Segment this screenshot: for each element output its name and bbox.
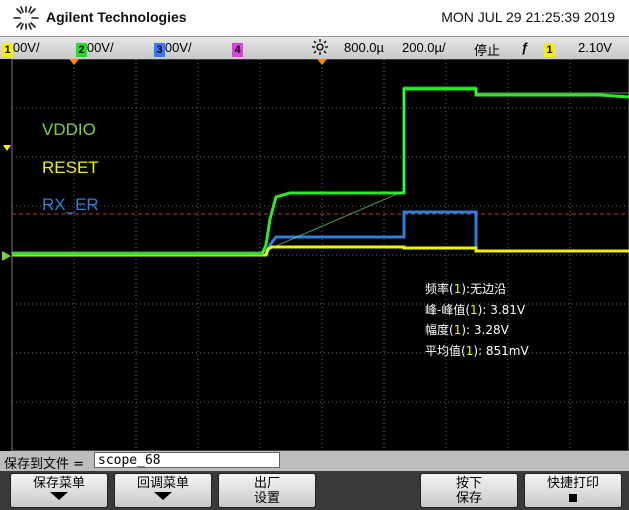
- menu-down-arrow-icon: [50, 492, 68, 500]
- recall-menu-label: 回调菜单: [136, 476, 189, 491]
- reset-label: RESET: [42, 158, 99, 177]
- trigger-source-badge: 1: [544, 43, 555, 57]
- quick-print-label: 快捷打印: [546, 476, 599, 491]
- measurement-peak-to-peak: 峰-峰值(1): 3.81V: [425, 302, 526, 317]
- filename-field[interactable]: scope_68: [94, 452, 280, 468]
- menu-down-arrow-icon: [154, 492, 172, 500]
- channel-4-badge: 4: [232, 43, 243, 57]
- channel-3-badge: 3: [154, 43, 165, 57]
- factory-settings-button[interactable]: 出厂 设置: [218, 473, 316, 508]
- channel-3-setting[interactable]: 3 1.00V/: [154, 40, 192, 57]
- trigger-level[interactable]: 2.10V: [578, 40, 612, 55]
- measurements-panel: 频率(1):无边沿 峰-峰值(1): 3.81V 幅度(1): 3.28V 平均…: [425, 279, 529, 361]
- time-position[interactable]: 800.0µ: [344, 40, 384, 55]
- time-reference-marker: [317, 59, 327, 65]
- header: Agilent Technologies MON JUL 29 21:25:39…: [0, 0, 629, 36]
- save-menu-button[interactable]: 保存菜单: [10, 473, 108, 508]
- save-menu-label: 保存菜单: [32, 476, 85, 491]
- save-to-file-label: 保存到文件 =: [4, 457, 85, 472]
- status-bar: 1 1.00V/ 2 1.00V/ 3 1.00V/ 4 800.0µ 200.…: [0, 36, 629, 60]
- press-to-save-label-1: 按下: [455, 476, 482, 491]
- waveform-display: VDDIO RESET RX_ER 频率(1):无边沿 峰-峰值(1): 3.8…: [0, 59, 629, 451]
- run-state: 停止: [474, 43, 501, 58]
- vddio-label: VDDIO: [42, 120, 96, 139]
- press-to-save-button[interactable]: 按下 保存: [420, 473, 518, 508]
- channel-2-setting[interactable]: 2 1.00V/: [76, 40, 114, 57]
- factory-settings-label-2: 设置: [253, 491, 280, 506]
- measurement-amplitude: 幅度(1): 3.28V: [425, 323, 509, 337]
- measurement-average: 平均值(1): 851mV: [425, 343, 529, 358]
- quick-print-button[interactable]: 快捷打印: [524, 473, 622, 508]
- quick-print-square-icon: [569, 494, 577, 502]
- time-scale[interactable]: 200.0µ/: [402, 40, 446, 55]
- factory-settings-label-1: 出厂: [253, 476, 280, 491]
- press-to-save-label-2: 保存: [455, 491, 482, 506]
- trigger-level-marker: [3, 145, 11, 151]
- trigger-edge-icon: ƒ: [521, 40, 529, 55]
- date-time: MON JUL 29 21:25:39 2019: [441, 9, 615, 25]
- brand-name: Agilent Technologies: [46, 9, 187, 25]
- softkey-bar: 保存菜单 回调菜单 出厂 设置 按下 保存 快捷打印: [0, 471, 629, 510]
- save-to-file-row: 保存到文件 = scope_68: [0, 451, 629, 472]
- waveform-canvas: [2, 59, 629, 451]
- trigger-position-marker: [69, 59, 79, 65]
- vddio-trace: [12, 87, 629, 256]
- rx-er-label: RX_ER: [42, 195, 99, 214]
- agilent-logo-icon: [13, 6, 39, 30]
- channel-2-badge: 2: [76, 43, 87, 57]
- rx-er-trace: [12, 210, 629, 257]
- recall-menu-button[interactable]: 回调菜单: [114, 473, 212, 508]
- channel-1-setting[interactable]: 1 1.00V/: [2, 40, 40, 57]
- horizontal-position-icon: [312, 39, 328, 58]
- measurement-frequency: 频率(1):无边沿: [425, 282, 507, 296]
- ground-marker: [2, 251, 11, 261]
- channel-1-badge: 1: [2, 43, 13, 57]
